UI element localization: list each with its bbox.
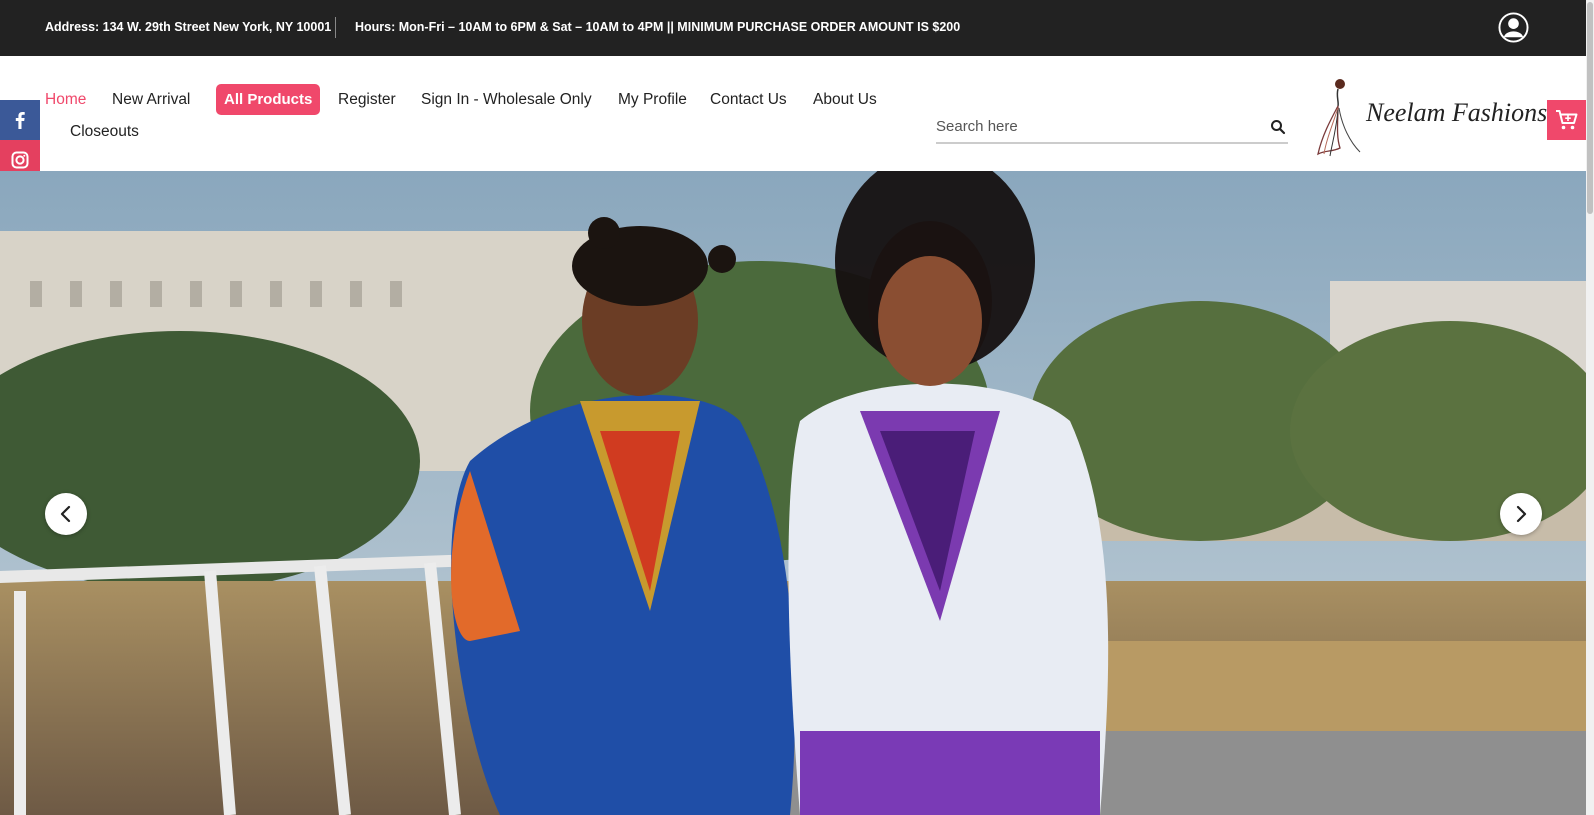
brand-logo[interactable]: Neelam Fashions [1316, 76, 1548, 158]
nav-home[interactable]: Home [45, 91, 86, 109]
cart-button[interactable] [1547, 100, 1586, 140]
search-icon[interactable] [1270, 119, 1286, 135]
page-scrollbar[interactable] [1586, 0, 1594, 815]
hero-slider [0, 171, 1586, 815]
nav-new-arrival[interactable]: New Arrival [112, 91, 190, 109]
store-hours: Hours: Mon-Fri – 10AM to 6PM & Sat – 10A… [355, 20, 961, 34]
chevron-right-icon [1516, 505, 1527, 523]
nav-closeouts[interactable]: Closeouts [70, 123, 139, 141]
scrollbar-thumb[interactable] [1587, 2, 1593, 214]
facebook-icon [15, 112, 25, 129]
nav-about-us[interactable]: About Us [813, 91, 877, 109]
facebook-link[interactable] [0, 100, 40, 140]
cart-icon [1556, 110, 1578, 130]
slider-next-button[interactable] [1500, 493, 1542, 535]
search-box [936, 112, 1288, 144]
chevron-left-icon [60, 505, 71, 523]
slider-prev-button[interactable] [45, 493, 87, 535]
top-info-bar: Address: 134 W. 29th Street New York, NY… [0, 0, 1586, 56]
search-input[interactable] [936, 112, 1256, 140]
nav-sign-in[interactable]: Sign In - Wholesale Only [421, 91, 592, 109]
nav-all-products[interactable]: All Products [216, 84, 321, 115]
nav-my-profile[interactable]: My Profile [618, 91, 687, 109]
site-header: Home New Arrival All Products Register S… [0, 56, 1586, 171]
brand-name: Neelam Fashions [1366, 98, 1548, 127]
user-circle-icon[interactable] [1498, 12, 1529, 43]
nav-register[interactable]: Register [338, 91, 396, 109]
dress-figure-icon [1317, 79, 1361, 157]
hero-banner-image [0, 171, 1586, 815]
store-address: Address: 134 W. 29th Street New York, NY… [45, 20, 332, 34]
nav-contact-us[interactable]: Contact Us [710, 91, 787, 109]
topbar-divider [335, 17, 336, 38]
